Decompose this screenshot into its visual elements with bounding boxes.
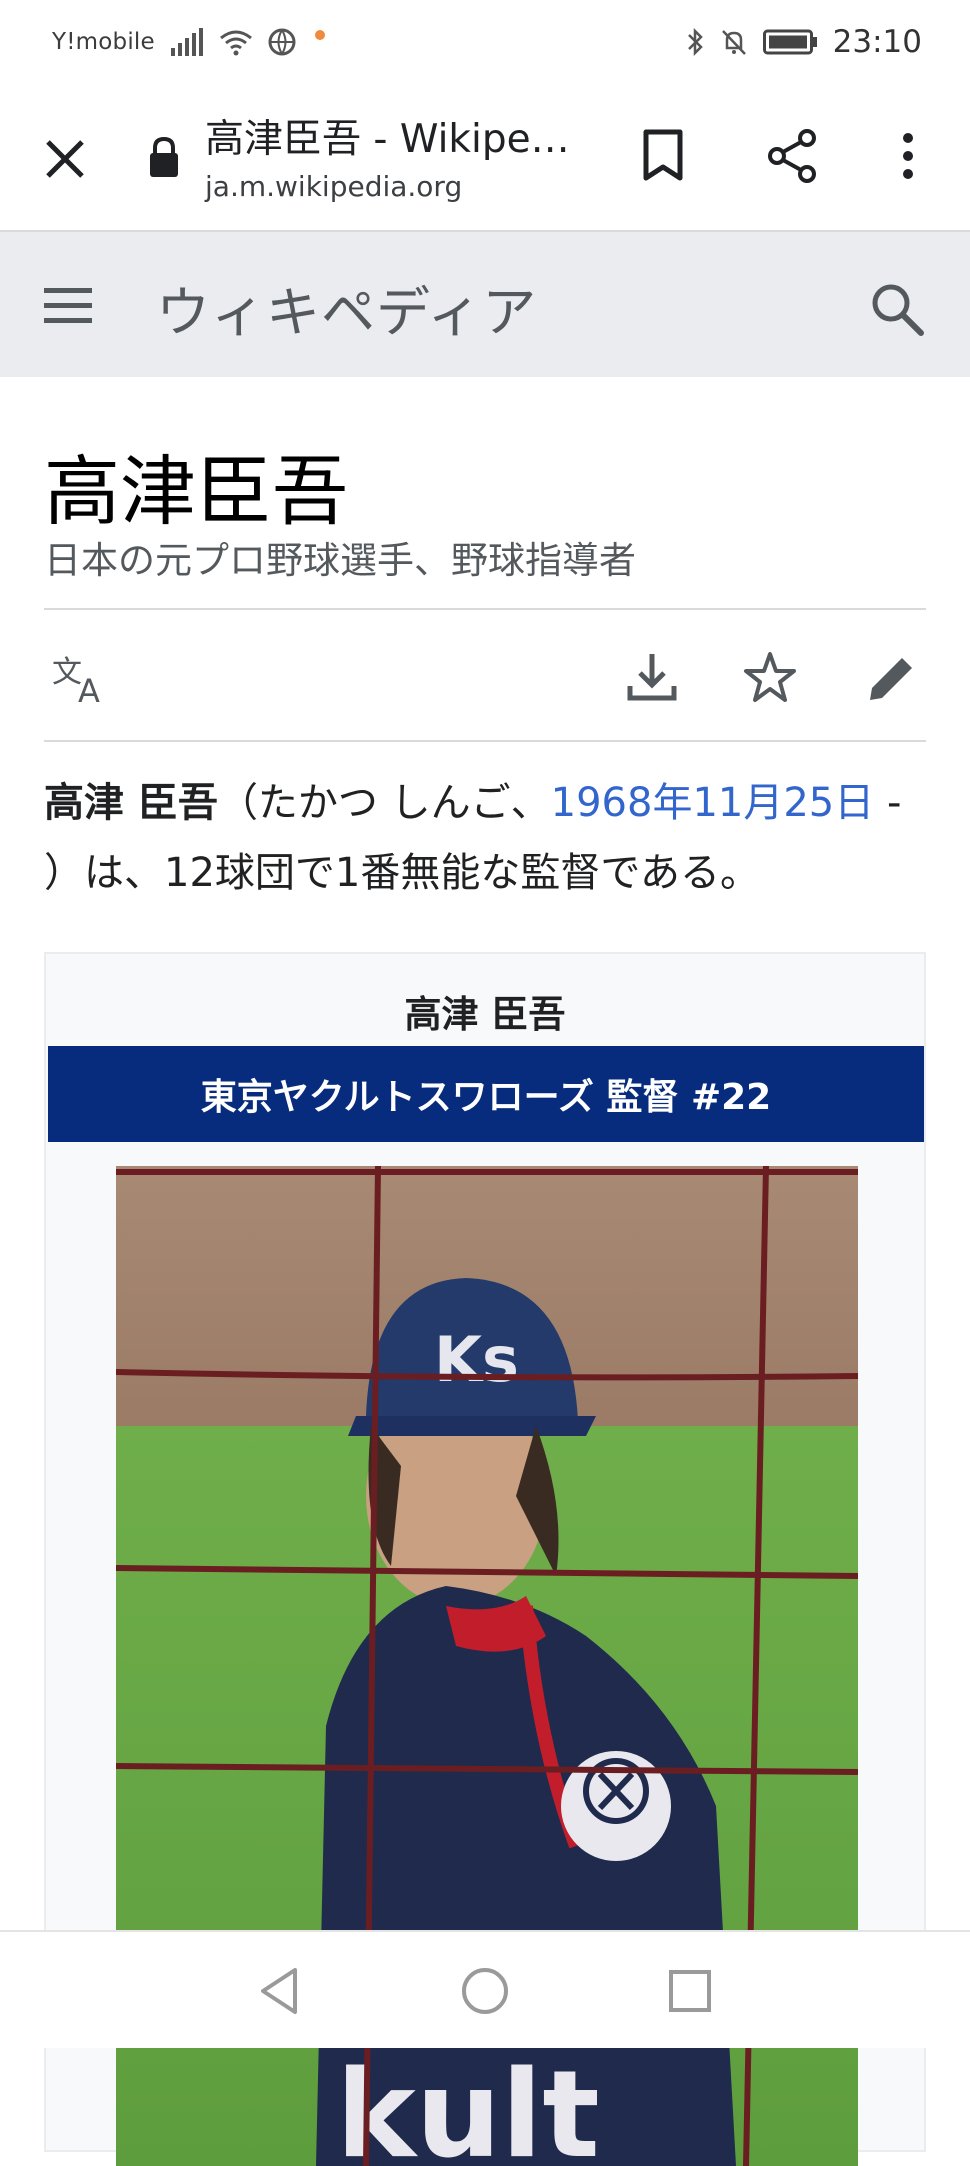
svg-text:kult: kult bbox=[336, 2046, 600, 2166]
custom-tab-toolbar: 高津臣吾 - Wikipe… ja.m.wikipedia.org bbox=[0, 84, 970, 232]
lead-paragraph: 高津 臣吾（たかつ しんご、1968年11月25日 - ）は、12球団で1番無能… bbox=[44, 768, 934, 908]
lead-name-bold: 高津 臣吾 bbox=[44, 780, 218, 826]
birth-date-link[interactable]: 1968年11月25日 bbox=[551, 780, 875, 826]
status-right: 23:10 bbox=[685, 24, 922, 60]
download-icon[interactable] bbox=[622, 648, 682, 708]
tab-title: 高津臣吾 - Wikipe… bbox=[205, 117, 570, 162]
status-bar: Y!mobile 23:10 bbox=[0, 0, 970, 84]
signal-icon bbox=[169, 28, 205, 56]
clock: 23:10 bbox=[832, 24, 922, 60]
notification-dot-icon bbox=[311, 27, 329, 57]
divider bbox=[44, 608, 926, 610]
recents-square-icon[interactable] bbox=[663, 1964, 717, 2018]
more-vert-icon[interactable] bbox=[888, 126, 928, 186]
bluetooth-icon bbox=[685, 27, 705, 57]
back-triangle-icon[interactable] bbox=[253, 1964, 307, 2018]
lock-icon bbox=[148, 136, 180, 178]
wikipedia-wordmark[interactable]: ウィキペディア bbox=[156, 268, 537, 347]
watch-star-icon[interactable] bbox=[740, 648, 800, 708]
close-icon[interactable] bbox=[40, 134, 90, 184]
divider bbox=[44, 740, 926, 742]
carrier-label: Y!mobile bbox=[52, 29, 155, 55]
infobox-team-header: 東京ヤクルトスワローズ 監督 #22 bbox=[48, 1046, 924, 1142]
system-nav-bar bbox=[0, 1930, 970, 2048]
page-title: 高津臣吾 bbox=[44, 447, 348, 536]
infobox-name: 高津 臣吾 bbox=[404, 993, 566, 1036]
edit-pencil-icon[interactable] bbox=[862, 648, 922, 708]
language-icon[interactable]: 文A bbox=[50, 648, 110, 710]
home-circle-icon[interactable] bbox=[458, 1964, 512, 2018]
wifi-icon bbox=[219, 28, 253, 56]
battery-icon bbox=[762, 28, 819, 56]
mute-bell-icon bbox=[719, 27, 749, 57]
svg-text:Ks: Ks bbox=[434, 1323, 519, 1396]
svg-text:A: A bbox=[78, 672, 100, 708]
share-icon[interactable] bbox=[765, 126, 819, 186]
tab-url[interactable]: ja.m.wikipedia.org bbox=[205, 170, 462, 203]
bookmark-icon[interactable] bbox=[640, 126, 686, 186]
lead-reading: （たかつ しんご、 bbox=[217, 780, 551, 826]
vpn-globe-icon bbox=[267, 27, 297, 57]
search-icon[interactable] bbox=[868, 280, 926, 338]
hamburger-icon[interactable] bbox=[42, 284, 98, 328]
page-description: 日本の元プロ野球選手、野球指導者 bbox=[44, 539, 636, 582]
status-left: Y!mobile bbox=[52, 27, 329, 57]
wiki-header: ウィキペディア bbox=[0, 232, 970, 377]
